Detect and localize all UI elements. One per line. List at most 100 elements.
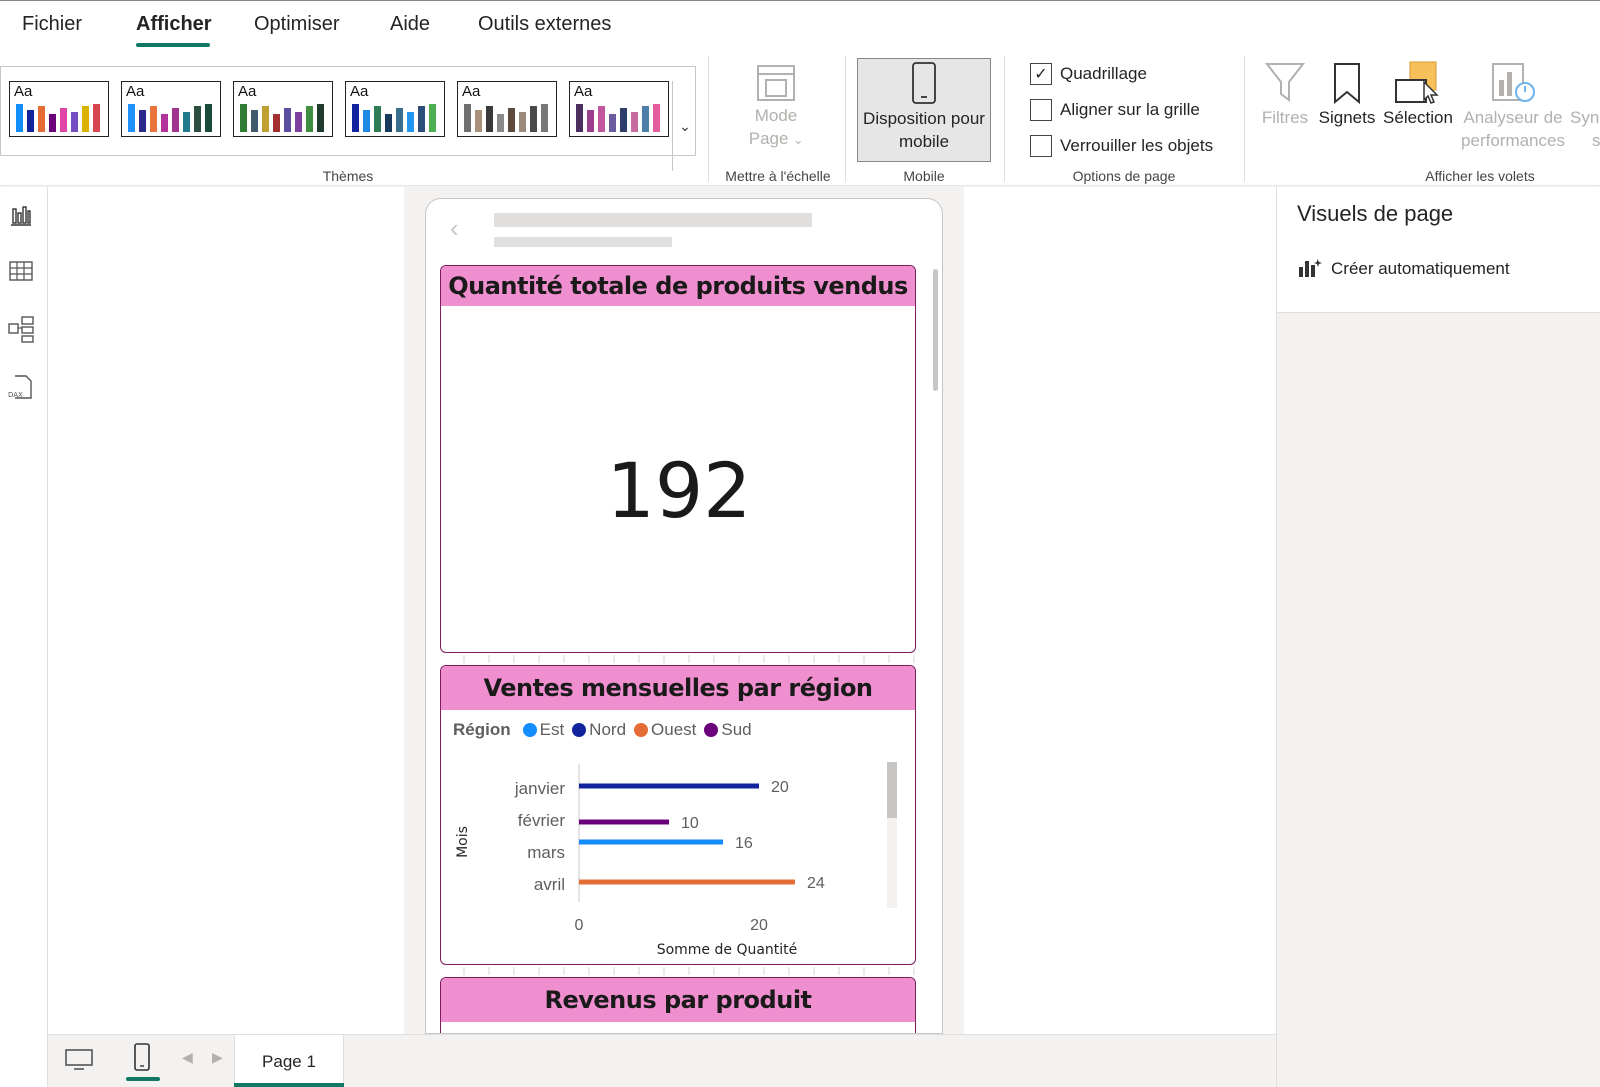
next-page-icon[interactable]: ▶ [212, 1049, 223, 1066]
mode-page-label-2: Page ⌄ [748, 129, 804, 148]
theme-swatch-bar [273, 114, 280, 132]
filters-button[interactable]: Filtres [1258, 60, 1312, 160]
sync-slicers-button[interactable]: Sync s [1570, 60, 1600, 160]
group-label-scale: Mettre à l'échelle [725, 168, 831, 184]
phone-scrollbar[interactable] [933, 269, 938, 391]
theme-aa-label: Aa [350, 83, 369, 100]
table-view-icon[interactable] [7, 257, 35, 285]
theme-option-5[interactable]: Aa [457, 81, 557, 137]
x-tick-label: 20 [750, 917, 768, 934]
y-tick-label: février [518, 811, 566, 830]
theme-swatch-bar [486, 106, 493, 132]
group-separator [1244, 56, 1245, 182]
mobile-layout-label-1: Disposition pour [863, 109, 985, 128]
page-tab-active-indicator [234, 1083, 344, 1087]
revenue-tile[interactable]: Revenus par produit [440, 977, 916, 1033]
checkbox-label: Quadrillage [1060, 64, 1147, 83]
grid-dashes [463, 967, 915, 975]
legend-title: Région [453, 720, 511, 739]
theme-option-6[interactable]: Aa [569, 81, 669, 137]
legend-item-nord[interactable]: Nord [572, 720, 626, 740]
checkbox-aligner-grille[interactable]: Aligner sur la grille [1030, 99, 1200, 121]
dax-query-icon[interactable]: DAX [7, 373, 35, 401]
auto-create-button[interactable]: Créer automatiquement [1297, 257, 1510, 281]
mobile-layout-button[interactable]: Disposition pour mobile [857, 58, 991, 162]
menu-afficher[interactable]: Afficher [136, 13, 212, 36]
theme-option-1[interactable]: Aa [9, 81, 109, 137]
bar-chart-tile[interactable]: Ventes mensuelles par région Région Est … [440, 665, 916, 965]
theme-swatch-bar [530, 106, 537, 132]
theme-aa-label: Aa [238, 83, 257, 100]
menu-aide[interactable]: Aide [390, 13, 430, 36]
checkbox-quadrillage[interactable]: ✓ Quadrillage [1030, 63, 1147, 85]
theme-option-3[interactable]: Aa [233, 81, 333, 137]
bar-chart-plot: janvier février mars avril 16 20 24 10 0 20 Somme … [455, 762, 897, 958]
prev-page-icon[interactable]: ◀ [182, 1049, 193, 1066]
checkbox-verrouiller[interactable]: Verrouiller les objets [1030, 135, 1213, 157]
gallery-expand-button[interactable]: ⌄ [672, 81, 697, 171]
bookmarks-button[interactable]: Signets [1314, 60, 1380, 160]
checkbox-unchecked-icon [1030, 99, 1052, 121]
theme-swatch-bar [385, 114, 392, 132]
theme-swatch-bar [587, 110, 594, 132]
theme-palette-swatch [128, 104, 212, 132]
y-tick-label: avril [534, 875, 565, 894]
theme-palette-swatch [576, 104, 660, 132]
theme-swatch-bar [161, 114, 168, 132]
legend-dot-icon [634, 723, 649, 737]
page-tab-1[interactable]: Page 1 [234, 1035, 344, 1087]
theme-aa-label: Aa [14, 83, 33, 100]
page-navigation-bar: ◀ ▶ Page 1 [48, 1034, 1276, 1087]
revenue-title: Revenus par produit [441, 978, 915, 1022]
legend-item-sud[interactable]: Sud [704, 720, 752, 740]
group-label-page-options: Options de page [1072, 168, 1176, 184]
performance-analyzer-button[interactable]: Analyseur de performances [1458, 60, 1568, 160]
theme-swatch-bar [82, 106, 89, 132]
mobile-layout-icon[interactable] [130, 1042, 154, 1074]
theme-swatch-bar [352, 104, 359, 132]
mode-page-button[interactable]: Mode Page ⌄ [730, 60, 822, 160]
selection-pane-icon [1395, 61, 1439, 104]
theme-swatch-bar [306, 106, 313, 132]
menu-optimiser[interactable]: Optimiser [254, 13, 340, 36]
desktop-layout-icon[interactable] [64, 1047, 94, 1073]
bookmarks-label: Signets [1318, 108, 1376, 127]
selection-button[interactable]: Sélection [1382, 60, 1454, 160]
theme-swatch-bar [609, 114, 616, 132]
kpi-card-tile[interactable]: Quantité totale de produits vendus 192 [440, 265, 916, 653]
theme-swatch-bar [418, 106, 425, 132]
chart-title: Ventes mensuelles par région [441, 666, 915, 710]
x-tick-label: 0 [575, 917, 584, 934]
page-tab-label: Page 1 [262, 1051, 316, 1071]
model-view-icon[interactable] [7, 315, 35, 343]
theme-option-2[interactable]: Aa [121, 81, 221, 137]
phone-header-placeholder [494, 237, 672, 247]
y-tick-label: janvier [514, 779, 565, 798]
legend-item-ouest[interactable]: Ouest [634, 720, 696, 740]
menu-bar: Fichier Afficher Optimiser Aide Outils e… [0, 0, 1600, 52]
legend-item-est[interactable]: Est [522, 720, 565, 740]
theme-aa-label: Aa [574, 83, 593, 100]
report-view-icon[interactable] [7, 201, 35, 229]
kpi-card-title: Quantité totale de produits vendus [441, 266, 915, 306]
group-label-themes: Thèmes [322, 168, 374, 184]
sync-label-2: s [1592, 131, 1600, 150]
menu-outils-externes[interactable]: Outils externes [478, 13, 611, 36]
theme-swatch-bar [363, 110, 370, 132]
theme-palette-swatch [240, 104, 324, 132]
filters-label: Filtres [1261, 108, 1309, 127]
group-separator [845, 56, 846, 182]
chevron-down-icon: ⌄ [679, 117, 691, 134]
theme-swatch-bar [541, 104, 548, 132]
bar-nord [579, 783, 759, 789]
theme-palette-swatch [16, 104, 100, 132]
theme-swatch-bar [128, 104, 135, 132]
checkbox-unchecked-icon [1030, 135, 1052, 157]
legend-label: Est [539, 720, 565, 739]
pane-title: Visuels de page [1297, 201, 1454, 226]
theme-option-4[interactable]: Aa [345, 81, 445, 137]
auto-create-icon [1299, 259, 1322, 277]
menu-fichier[interactable]: Fichier [22, 13, 82, 36]
theme-swatch-bar [60, 108, 67, 132]
svg-text:DAX: DAX [8, 391, 23, 399]
